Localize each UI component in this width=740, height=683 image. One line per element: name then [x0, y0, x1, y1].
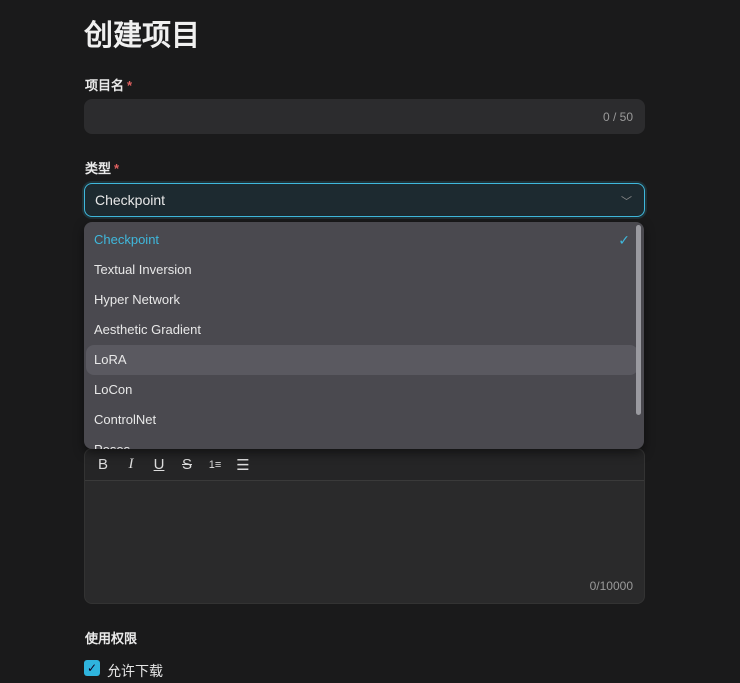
option-textual-inversion[interactable]: Textual Inversion [84, 255, 638, 285]
project-name-label: 项目名 * [85, 75, 132, 94]
check-icon: ✓ [86, 661, 98, 675]
editor-toolbar: B I U S 1≡ ☰ [85, 449, 644, 481]
option-hyper-network[interactable]: Hyper Network [84, 285, 638, 315]
allow-download-label[interactable]: 允许下载 [107, 661, 163, 681]
chevron-down-icon: ﹀ [621, 196, 632, 208]
option-locon[interactable]: LoCon [84, 375, 638, 405]
type-label: 类型 * [85, 158, 119, 177]
project-name-input[interactable]: 0 / 50 [84, 99, 645, 134]
permissions-label: 使用权限 [85, 631, 138, 646]
required-mark: * [114, 161, 120, 176]
description-char-counter: 0/10000 [589, 579, 633, 593]
type-select-value: Checkpoint [95, 192, 166, 208]
ordered-list-button[interactable]: 1≡ [207, 459, 223, 471]
label-text: 类型 [85, 161, 112, 176]
dropdown-scrollbar[interactable] [636, 225, 641, 415]
italic-button[interactable]: I [123, 456, 139, 473]
name-char-counter: 0 / 50 [602, 110, 633, 124]
type-select[interactable]: Checkpoint ﹀ [84, 183, 645, 217]
option-poses[interactable]: Poses [84, 435, 638, 449]
label-text: 项目名 [85, 78, 125, 93]
option-controlnet[interactable]: ControlNet [84, 405, 638, 435]
option-aesthetic-gradient[interactable]: Aesthetic Gradient [84, 315, 638, 345]
type-dropdown-menu: Checkpoint ✓ Textual Inversion Hyper Netw… [84, 222, 644, 449]
check-icon: ✓ [618, 232, 630, 248]
description-editor[interactable]: B I U S 1≡ ☰ 0/10000 [84, 448, 645, 604]
underline-button[interactable]: U [151, 456, 167, 473]
strikethrough-button[interactable]: S [179, 456, 195, 473]
bullet-list-button[interactable]: ☰ [235, 456, 251, 474]
option-checkpoint[interactable]: Checkpoint ✓ [84, 225, 638, 255]
bold-button[interactable]: B [95, 456, 111, 473]
option-lora[interactable]: LoRA [86, 345, 638, 375]
allow-download-checkbox[interactable]: ✓ [84, 660, 100, 676]
required-mark: * [127, 78, 133, 93]
option-label: Checkpoint [94, 232, 160, 247]
page-title: 创建项目 [84, 20, 201, 52]
